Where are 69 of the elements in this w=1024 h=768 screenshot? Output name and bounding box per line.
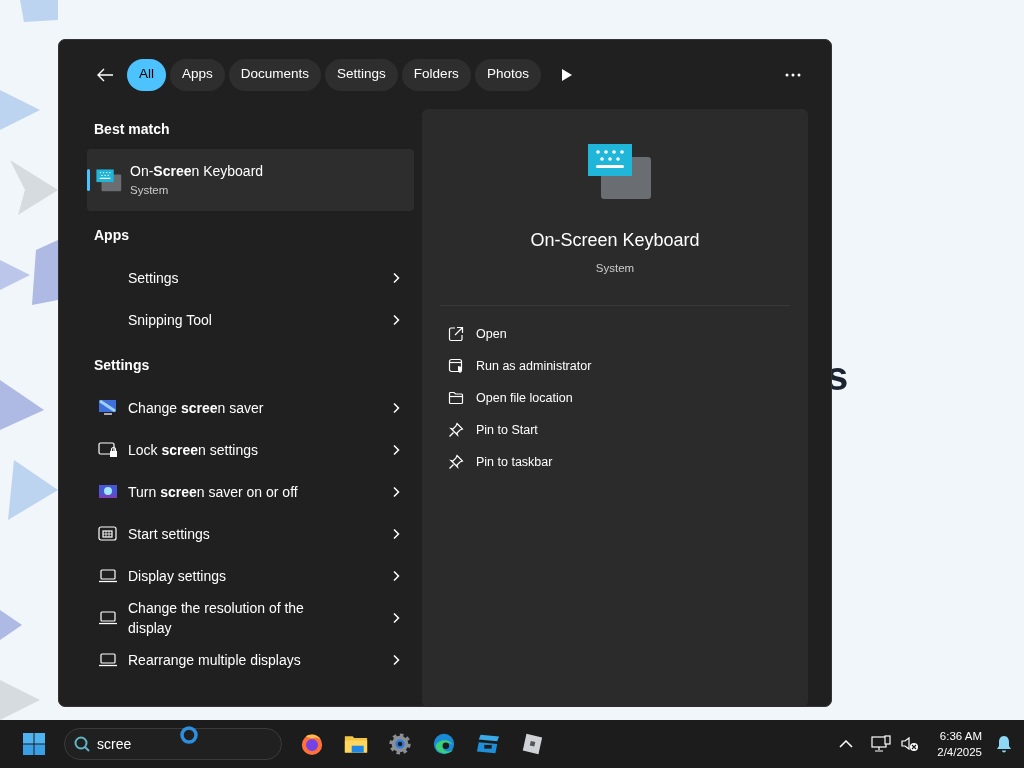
search-icon xyxy=(73,735,91,753)
pin-icon xyxy=(448,422,464,439)
app-title: On-Screen Keyboard xyxy=(530,229,700,252)
search-box[interactable]: scree xyxy=(64,728,282,760)
filter-chip[interactable]: All xyxy=(127,58,166,91)
chevron-right-icon xyxy=(392,272,400,284)
filter-chip[interactable]: Folders xyxy=(401,58,471,91)
triangle-shape xyxy=(0,610,22,640)
result-item[interactable]: Lock screen settings xyxy=(87,429,414,471)
chevron-up-icon[interactable] xyxy=(839,740,854,748)
action-item[interactable]: Pin to taskbar xyxy=(422,446,553,479)
triangle-shape xyxy=(20,0,58,22)
section-heading: Apps xyxy=(93,225,130,245)
chevron-right-icon xyxy=(392,570,400,582)
triangle-shape xyxy=(0,680,40,720)
result-item[interactable]: Turn screen saver on or off xyxy=(87,471,414,513)
action-item[interactable]: Pin to Start xyxy=(422,414,538,447)
chevron-right-icon xyxy=(392,612,400,624)
chevron-right-icon xyxy=(392,444,400,456)
triangle-shape xyxy=(32,240,58,305)
triangle-shape xyxy=(8,460,58,520)
monitor-icon xyxy=(98,399,118,417)
more-button[interactable] xyxy=(785,72,801,77)
chevron-right-icon xyxy=(392,486,400,498)
result-item[interactable]: Snipping Tool xyxy=(87,299,414,341)
search-field[interactable]: scree xyxy=(91,733,231,755)
shield-window-icon xyxy=(448,358,464,375)
chevron-right-icon xyxy=(392,654,400,666)
lock-screen-icon xyxy=(98,441,118,459)
triangle-shape xyxy=(0,380,44,430)
result-item[interactable]: Change screen saver xyxy=(87,387,414,429)
filter-chip[interactable]: Documents xyxy=(228,58,322,91)
best-match-item[interactable]: On-Screen Keyboard System xyxy=(87,149,414,211)
network-icon[interactable] xyxy=(871,735,892,753)
folder-icon xyxy=(448,390,464,407)
bell-icon[interactable] xyxy=(996,735,1012,753)
ring-icon xyxy=(179,725,199,745)
pin-icon xyxy=(448,454,464,471)
triangle-shape xyxy=(10,160,58,215)
result-item[interactable]: Display settings xyxy=(87,555,414,597)
laptop-icon xyxy=(98,567,118,585)
chevron-right-icon xyxy=(392,314,400,326)
app-subtitle: System xyxy=(595,261,635,276)
chevron-right-icon xyxy=(392,528,400,540)
section-heading: Best match xyxy=(93,119,171,139)
result-item[interactable]: Start settings xyxy=(87,513,414,555)
result-item[interactable]: Rearrange multiple displays xyxy=(87,639,414,681)
muted-speaker-icon[interactable] xyxy=(901,736,920,752)
result-item[interactable]: Change the resolution of the display xyxy=(87,597,414,639)
keyboard-icon xyxy=(96,168,122,192)
laptop-icon xyxy=(98,609,118,627)
action-item[interactable]: Open xyxy=(422,318,507,351)
result-item[interactable]: Settings xyxy=(87,257,414,299)
start-icon xyxy=(98,525,118,543)
triangle-shape xyxy=(0,260,30,290)
action-item[interactable]: Open file location xyxy=(422,382,573,415)
filter-chip[interactable]: Photos xyxy=(474,58,541,91)
keyboard-icon xyxy=(587,143,653,201)
open-external-icon xyxy=(448,326,464,343)
filter-chip[interactable]: Apps xyxy=(170,58,225,91)
clock[interactable]: 6:36 AM 2/4/2025 xyxy=(937,728,982,760)
picture-icon xyxy=(98,483,118,501)
play-icon[interactable] xyxy=(560,67,573,82)
filter-chip[interactable]: Settings xyxy=(325,58,398,91)
section-heading: Settings xyxy=(93,355,151,375)
chevron-right-icon xyxy=(392,402,400,414)
laptop-icon xyxy=(98,651,118,669)
triangle-shape xyxy=(0,90,40,130)
action-item[interactable]: Run as administrator xyxy=(422,350,592,383)
